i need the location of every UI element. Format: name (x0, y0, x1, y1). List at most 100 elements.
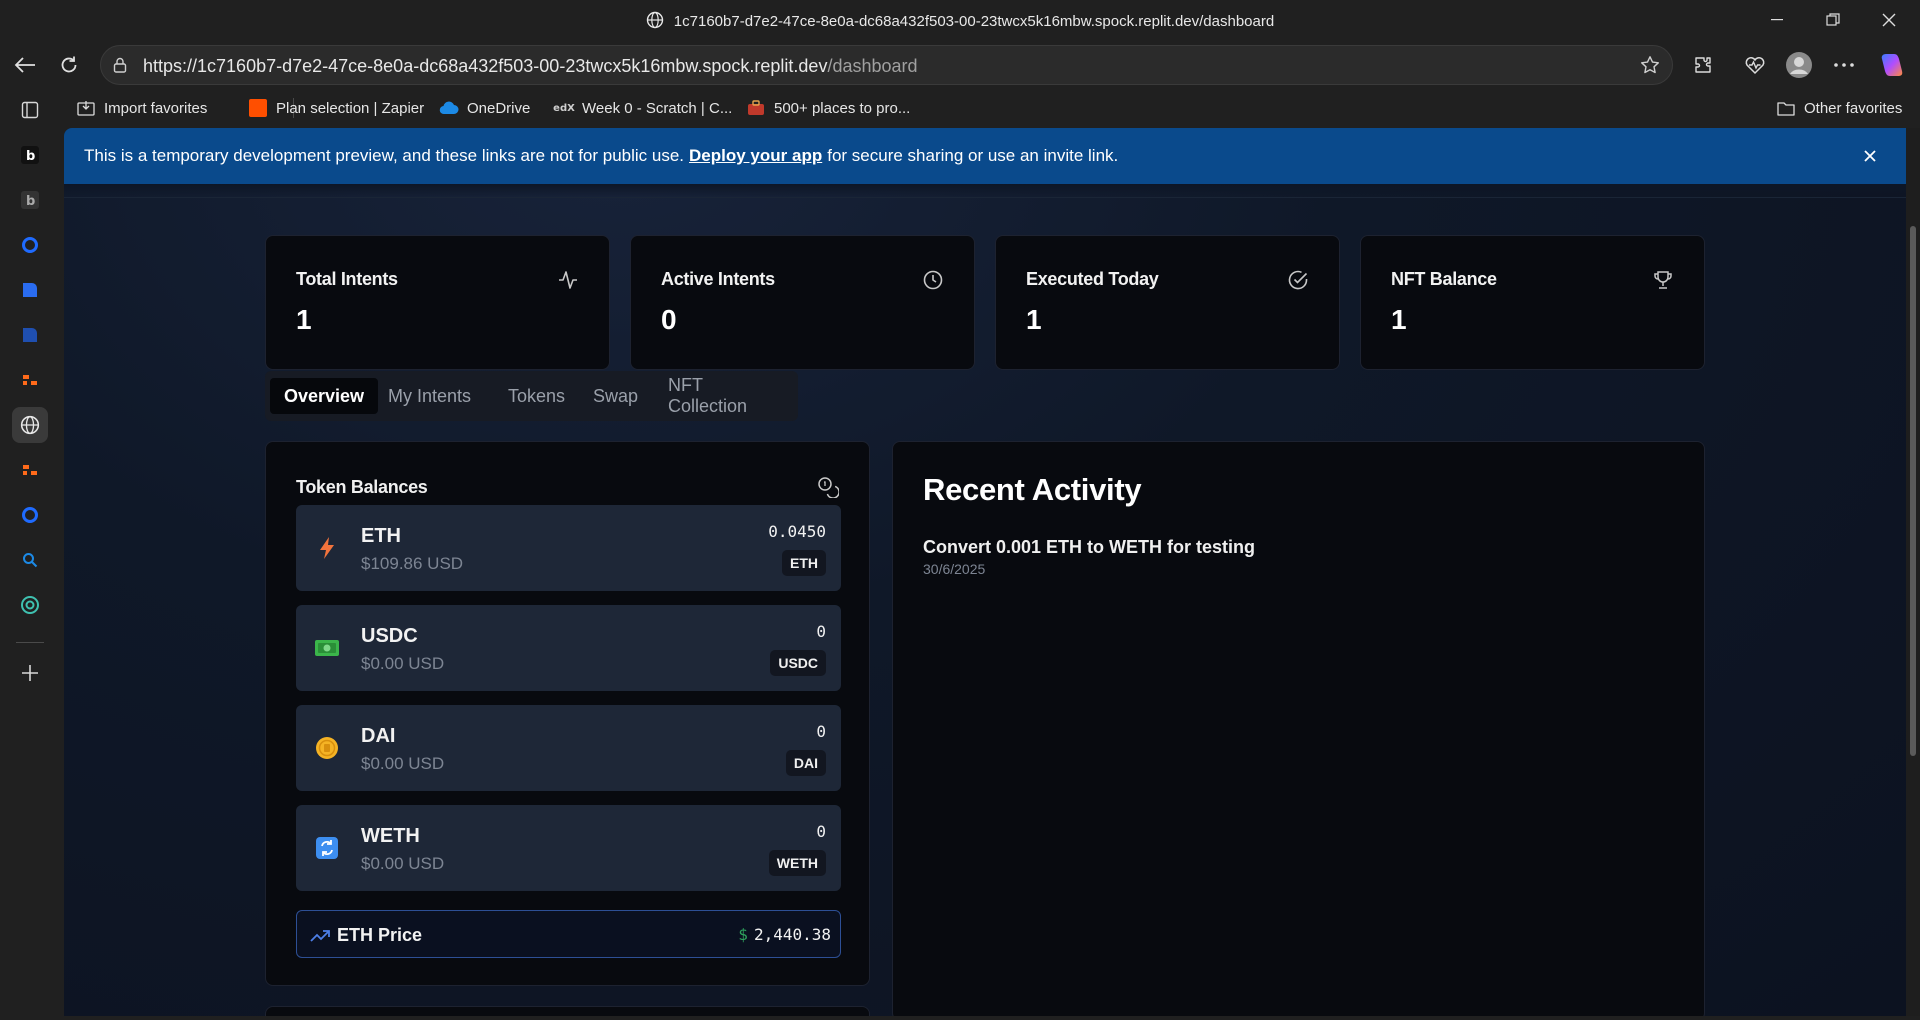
deploy-app-link[interactable]: Deploy your app (689, 146, 822, 166)
header-edge (64, 184, 1906, 198)
favorite-edx[interactable]: edX Week 0 - Scratch | C... (553, 96, 733, 120)
token-amount: 0 (816, 622, 826, 641)
svg-text:b: b (26, 194, 35, 209)
window-title: 1c7160b7-d7e2-47ce-8e0a-dc68a432f503-00-… (0, 11, 1920, 33)
favorites-bar: Import favorites Plan selection | Zapier… (64, 88, 1920, 128)
token-badge: WETH (768, 850, 826, 876)
sidebar-ring-alt-icon[interactable] (12, 497, 48, 533)
favorite-label: Import favorites (104, 99, 208, 117)
sidebar-bolt-alt-icon[interactable]: b (12, 182, 48, 218)
close-window-button[interactable] (1866, 0, 1912, 40)
tab-overview[interactable]: Overview (270, 378, 379, 414)
token-row-usdc[interactable]: USDC $0.00 USD 0 USDC (296, 605, 841, 691)
favorite-star-icon[interactable] (1640, 55, 1660, 80)
next-panel (265, 1006, 870, 1016)
coins-icon (817, 476, 840, 499)
recent-activity-panel: Recent Activity Convert 0.001 ETH to WET… (892, 441, 1705, 1016)
url-path: /dashboard (827, 56, 918, 76)
more-menu-icon[interactable] (1829, 50, 1859, 80)
favorite-onedrive[interactable]: OneDrive (439, 96, 530, 120)
import-icon (76, 98, 96, 118)
tab-my-intents[interactable]: My Intents (374, 378, 485, 414)
stat-label: Total Intents (296, 269, 398, 289)
token-usd-value: $109.86 USD (361, 554, 464, 573)
favorite-label: 500+ places to pro... (774, 99, 911, 117)
sidebar-doc-icon[interactable] (12, 272, 48, 308)
token-row-dai[interactable]: DAI $0.00 USD 0 DAI (296, 705, 841, 791)
back-button[interactable] (8, 48, 42, 82)
token-row-weth[interactable]: WETH $0.00 USD 0 WETH (296, 805, 841, 891)
browser-toolbar: https://1c7160b7-d7e2-47ce-8e0a-dc68a432… (0, 40, 1920, 88)
token-symbol: WETH (361, 825, 420, 847)
banner-text-after: for secure sharing or use an invite link… (827, 146, 1119, 165)
favorite-label: Week 0 - Scratch | C... (582, 99, 733, 117)
favorite-import[interactable]: Import favorites (76, 96, 207, 120)
edx-icon: edX (553, 102, 575, 114)
token-symbol: ETH (361, 525, 401, 547)
tab-swap[interactable]: Swap (579, 378, 652, 414)
stat-card-active-intents: Active Intents 0 (630, 235, 975, 370)
restore-button[interactable] (1810, 0, 1856, 40)
cash-icon (314, 635, 340, 661)
token-symbol: USDC (361, 625, 418, 647)
favorite-label: OneDrive (467, 99, 531, 117)
sidebar-make-alt-icon[interactable] (12, 452, 48, 488)
sidebar-compass-icon[interactable] (12, 587, 48, 623)
stat-value: 1 (1391, 304, 1407, 335)
sidebar-bolt-icon[interactable]: b (12, 137, 48, 173)
stat-value: 0 (661, 304, 677, 335)
trophy-icon (1652, 269, 1674, 291)
refresh-button[interactable] (52, 48, 86, 82)
currency-symbol: $ (738, 925, 748, 944)
sidebar-doc-alt-icon[interactable] (12, 317, 48, 353)
activity-item-title: Convert 0.001 ETH to WETH for testing (923, 537, 1256, 557)
clock-icon (922, 269, 944, 291)
profile-avatar-icon[interactable] (1784, 50, 1814, 80)
window-titlebar: 1c7160b7-d7e2-47ce-8e0a-dc68a432f503-00-… (0, 0, 1920, 40)
address-bar[interactable]: https://1c7160b7-d7e2-47ce-8e0a-dc68a432… (100, 45, 1673, 85)
scrollbar-thumb[interactable] (1910, 226, 1916, 756)
sidebar-divider (16, 642, 44, 643)
stat-value: 1 (1026, 304, 1042, 335)
favorite-label: Plan selection | Zapier (276, 99, 425, 117)
page-scrollbar[interactable] (1906, 128, 1920, 1016)
favorite-zapier[interactable]: Plan selection | Zapier (248, 96, 424, 120)
page-viewport: This is a temporary development preview,… (64, 128, 1906, 1016)
window-title-text: 1c7160b7-d7e2-47ce-8e0a-dc68a432f503-00-… (673, 13, 1275, 30)
tab-nft-collection[interactable]: NFT Collection (654, 375, 798, 416)
sidebar-ring-icon[interactable] (12, 227, 48, 263)
token-usd-value: $0.00 USD (361, 854, 445, 873)
onedrive-icon (439, 98, 459, 118)
token-amount: 0 (816, 722, 826, 741)
extensions-icon[interactable] (1688, 50, 1718, 80)
close-banner-icon[interactable] (1860, 146, 1880, 166)
tab-tokens[interactable]: Tokens (494, 378, 579, 414)
other-favorites[interactable]: Other favorites (1776, 96, 1902, 120)
favorite-places[interactable]: 500+ places to pro... (746, 96, 910, 120)
sidebar-globe-icon[interactable] (12, 407, 48, 443)
eth-price-row: ETH Price $2,440.38 (296, 910, 841, 958)
url-text[interactable]: https://1c7160b7-d7e2-47ce-8e0a-dc68a432… (143, 56, 918, 77)
sidebar-add-icon[interactable] (12, 655, 48, 691)
briefcase-icon (746, 98, 766, 118)
recent-activity-title: Recent Activity (923, 472, 1142, 507)
copilot-icon[interactable] (1876, 50, 1906, 80)
token-amount: 0.0450 (768, 522, 826, 541)
token-badge: USDC (770, 650, 826, 676)
stat-label: NFT Balance (1391, 269, 1497, 289)
token-balances-title: Token Balances (296, 477, 428, 497)
sidebar-tab-actions-icon[interactable] (12, 92, 48, 128)
sidebar-make-icon[interactable] (12, 362, 48, 398)
swap-icon (314, 835, 340, 861)
sidebar-search-icon[interactable] (12, 542, 48, 578)
globe-icon (646, 11, 664, 33)
dev-preview-banner: This is a temporary development preview,… (64, 128, 1906, 184)
lock-icon (113, 57, 127, 78)
eth-price-value: 2,440.38 (753, 925, 831, 944)
stat-label: Executed Today (1026, 269, 1159, 289)
minimize-button[interactable] (1754, 0, 1800, 40)
browser-essentials-icon[interactable] (1740, 50, 1770, 80)
token-badge: DAI (785, 750, 826, 776)
token-row-eth[interactable]: ETH $109.86 USD 0.0450 ETH (296, 505, 841, 591)
check-circle-icon (1287, 269, 1309, 291)
